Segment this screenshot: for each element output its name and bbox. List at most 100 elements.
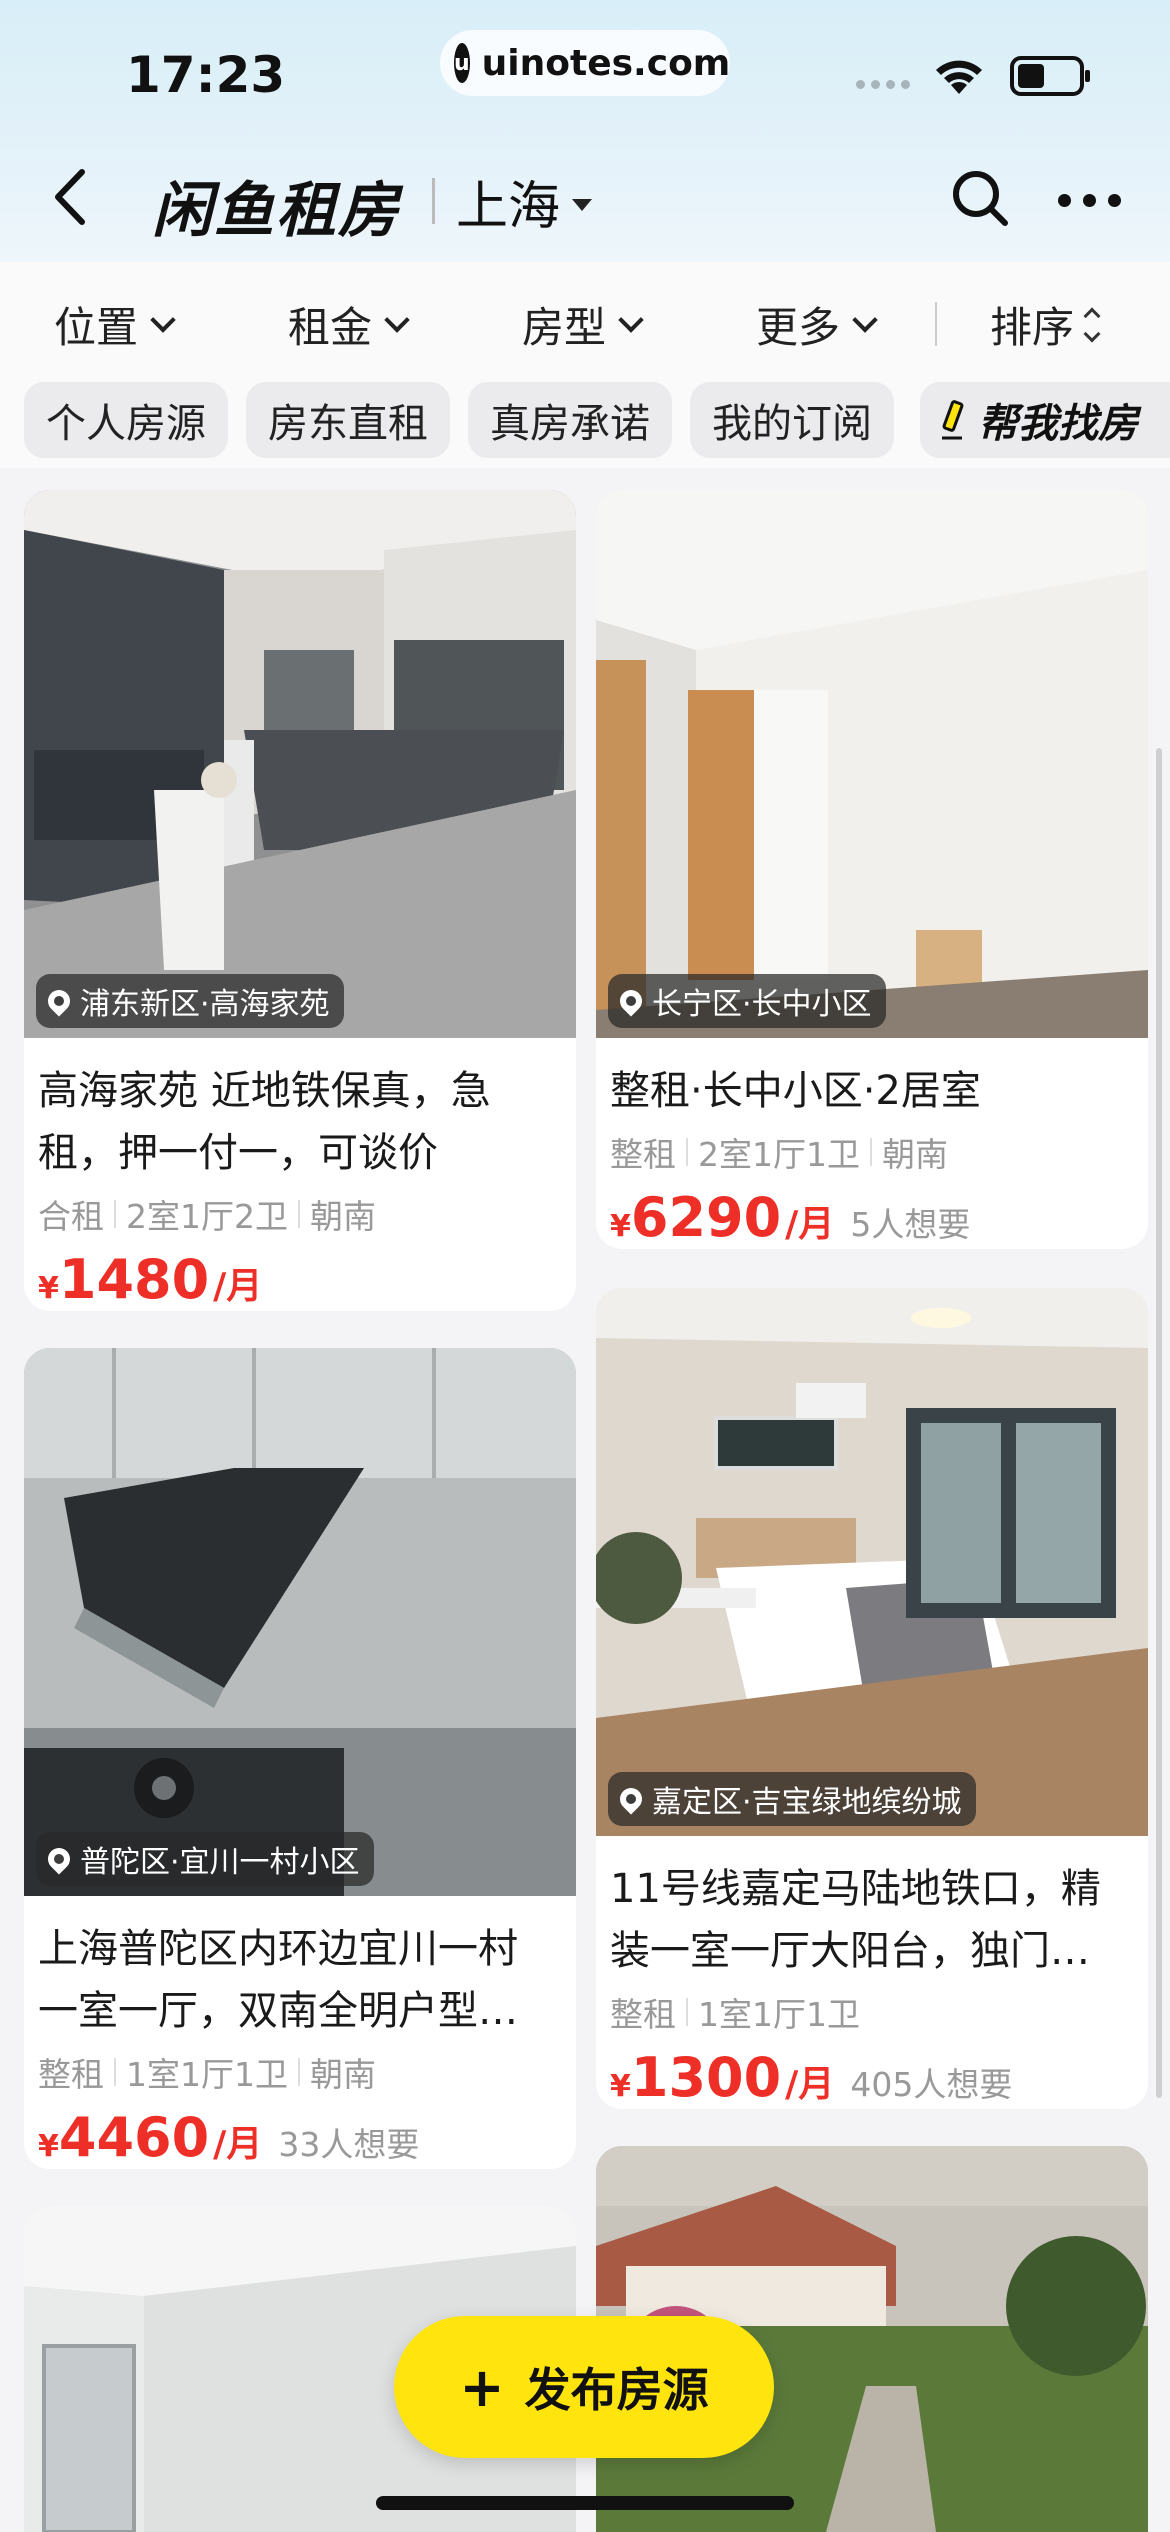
quick-filter-chips: 个人房源 房东直租 真房承诺 我的订阅 帮我找房 (0, 382, 1170, 468)
price: 4460 (58, 2106, 210, 2169)
location-text: 普陀区·宜川一村小区 (80, 1845, 360, 1880)
help-find-button[interactable]: 帮我找房 (920, 382, 1170, 458)
location-tag: 普陀区·宜川一村小区 (36, 1832, 374, 1886)
search-icon[interactable] (950, 168, 1010, 228)
room-layout: 2室1厅2卫 (126, 1197, 288, 1236)
chevron-down-icon (618, 306, 644, 333)
listing-photo: 嘉定区·吉宝绿地缤纷城 (596, 1288, 1148, 1836)
wifi-icon (936, 60, 982, 94)
chip-my-subscriptions[interactable]: 我的订阅 (690, 382, 894, 458)
price-row: ¥ 4460 /月 33人想要 (38, 2106, 562, 2169)
status-time: 17:23 (126, 46, 286, 104)
chip-real-listing[interactable]: 真房承诺 (468, 382, 672, 458)
filter-sort-label: 排序 (990, 303, 1075, 352)
site-logo-icon: u (454, 43, 470, 83)
currency-symbol: ¥ (38, 2129, 59, 2164)
want-count: 405人想要 (850, 2065, 1013, 2104)
filter-bar: 位置 租金 房型 更多 排序 (0, 262, 1170, 382)
rent-type: 整租 (610, 1995, 676, 2034)
city-label: 上海 (456, 177, 561, 237)
listing-meta: 整租 1室1厅1卫 (610, 1988, 1134, 2036)
sort-icon (1083, 307, 1101, 342)
more-options-icon[interactable] (1058, 194, 1121, 207)
room-layout: 2室1厅1卫 (698, 1135, 860, 1174)
location-tag: 浦东新区·高海家苑 (36, 974, 344, 1028)
listing-title-line: 装一室一厅大阳台，独门… (610, 1928, 1090, 1974)
filter-location[interactable]: 位置 (54, 294, 176, 355)
orientation: 朝南 (310, 1197, 376, 1236)
listing-meta: 合租 2室1厅2卫 朝南 (38, 1190, 562, 1238)
listing-card[interactable]: 长宁区·长中小区 整租·长中小区·2居室 整租 2室1厅1卫 朝南 ¥ 6290… (596, 490, 1148, 1249)
divider (432, 178, 435, 224)
rent-type: 合租 (38, 1197, 104, 1236)
filter-layout-label: 房型 (522, 303, 607, 352)
listing-meta: 整租 1室1厅1卫 朝南 (38, 2048, 562, 2096)
price-unit: /月 (785, 1204, 835, 1245)
url-text: uinotes.com (481, 42, 731, 84)
currency-symbol: ¥ (610, 1209, 631, 1244)
listing-photo: 长宁区·长中小区 (596, 490, 1148, 1038)
top-header-area: 17:23 u uinotes.com 闲鱼租房 上海 (0, 0, 1170, 262)
filter-rent-label: 租金 (288, 303, 373, 352)
listing-title-line: 上海普陀区内环边宜川一村 (38, 1926, 518, 1972)
price-row: ¥ 1480 /月 (38, 1248, 562, 1311)
listing-card[interactable]: 浦东新区·高海家苑 高海家苑 近地铁保真，急 租，押一付一，可谈价 合租 2室1… (24, 490, 576, 1311)
listing-photo: 普陀区·宜川一村小区 (24, 1348, 576, 1896)
chevron-down-icon (150, 306, 176, 333)
price: 1480 (58, 1248, 210, 1311)
cellular-signal-icon (856, 80, 910, 89)
rent-type: 整租 (610, 1135, 676, 1174)
listing-title-line: 一室一厅，双南全明户型… (38, 1988, 518, 2034)
city-selector[interactable]: 上海 (456, 164, 593, 239)
battery-icon (1010, 56, 1090, 96)
help-find-label: 帮我找房 (978, 401, 1138, 447)
price: 1300 (630, 2046, 782, 2109)
home-indicator[interactable] (376, 2496, 794, 2510)
listing-card[interactable]: 嘉定区·吉宝绿地缤纷城 11号线嘉定马陆地铁口，精 装一室一厅大阳台，独门… 整… (596, 1288, 1148, 2109)
location-tag: 长宁区·长中小区 (608, 974, 886, 1028)
divider (935, 302, 937, 346)
location-pin-icon (43, 985, 75, 1017)
plus-icon: + (459, 2355, 505, 2419)
location-pin-icon (615, 1783, 647, 1815)
location-text: 浦东新区·高海家苑 (80, 987, 330, 1022)
publish-listing-button[interactable]: + 发布房源 (394, 2316, 774, 2458)
chip-landlord-direct[interactable]: 房东直租 (246, 382, 450, 458)
rent-type: 整租 (38, 2055, 104, 2094)
publish-listing-label: 发布房源 (524, 2363, 709, 2417)
filter-sort[interactable]: 排序 (990, 294, 1101, 355)
price: 6290 (630, 1186, 782, 1249)
back-arrow-icon[interactable] (46, 162, 96, 232)
chip-personal-listing[interactable]: 个人房源 (24, 382, 228, 458)
location-pin-icon (615, 985, 647, 1017)
listing-title-line: 高海家苑 近地铁保真，急 (38, 1068, 491, 1114)
price-unit: /月 (785, 2064, 835, 2105)
price-unit: /月 (213, 2124, 263, 2165)
brand-logo: 闲鱼租房 (152, 176, 400, 246)
price-unit: /月 (213, 1266, 263, 1307)
filter-more-label: 更多 (756, 303, 841, 352)
price-row: ¥ 6290 /月 5人想要 (610, 1186, 1134, 1249)
listing-title-line: 租，押一付一，可谈价 (38, 1130, 438, 1176)
caret-down-icon (572, 198, 593, 211)
location-tag: 嘉定区·吉宝绿地缤纷城 (608, 1772, 976, 1826)
scrollbar[interactable] (1156, 748, 1162, 2098)
location-text: 嘉定区·吉宝绿地缤纷城 (652, 1785, 962, 1820)
currency-symbol: ¥ (38, 1271, 59, 1306)
location-text: 长宁区·长中小区 (652, 987, 872, 1022)
pen-icon (942, 400, 964, 440)
location-pin-icon (43, 1843, 75, 1875)
want-count: 5人想要 (850, 1205, 971, 1244)
listing-card[interactable]: 普陀区·宜川一村小区 上海普陀区内环边宜川一村 一室一厅，双南全明户型… 整租 … (24, 1348, 576, 2169)
listing-title-line: 整租·长中小区·2居室 (610, 1068, 981, 1114)
chevron-down-icon (384, 306, 410, 333)
filter-layout[interactable]: 房型 (522, 294, 644, 355)
want-count: 33人想要 (278, 2125, 420, 2164)
room-layout: 1室1厅1卫 (698, 1995, 860, 2034)
url-pill[interactable]: u uinotes.com (440, 30, 730, 96)
filter-more[interactable]: 更多 (756, 294, 878, 355)
filter-location-label: 位置 (54, 303, 139, 352)
filter-rent[interactable]: 租金 (288, 294, 410, 355)
listing-title-line: 11号线嘉定马陆地铁口，精 (610, 1866, 1101, 1912)
room-layout: 1室1厅1卫 (126, 2055, 288, 2094)
